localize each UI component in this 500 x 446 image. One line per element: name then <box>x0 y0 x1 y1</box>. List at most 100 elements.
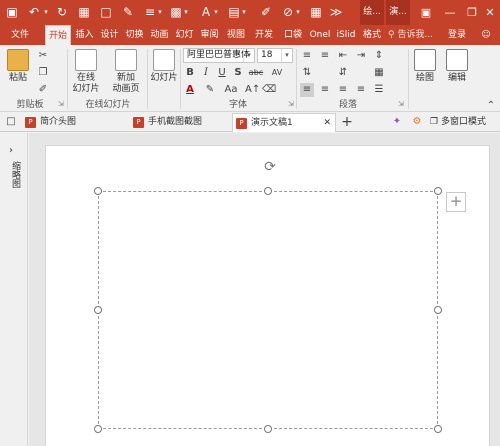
text-shadow-button[interactable]: S <box>231 66 245 80</box>
thumbnail-label[interactable]: 缩略图 <box>8 161 20 188</box>
font-color-button[interactable]: A <box>183 83 197 97</box>
doc-tab-screenshots[interactable]: P 手机截图截图 <box>130 113 230 132</box>
tab-review[interactable]: 审阅 <box>198 25 221 45</box>
font-launcher-icon[interactable]: ⇲ <box>288 100 296 108</box>
plugin-icon[interactable]: ✦ <box>390 115 404 129</box>
undo-icon[interactable]: ↶ <box>26 4 42 20</box>
smartart-icon[interactable]: ▦ <box>372 66 386 80</box>
new-slide-icon[interactable]: □ <box>98 4 114 20</box>
format-painter-icon[interactable]: ✐ <box>36 83 50 97</box>
strikethrough-button[interactable]: abc <box>247 66 265 80</box>
slides-button[interactable]: 幻灯片 <box>149 49 179 84</box>
share-icon[interactable]: ☺ <box>476 25 496 45</box>
close-icon[interactable]: ✕ <box>480 0 500 25</box>
multi-window-mode-button[interactable]: ❐ 多窗口模式 <box>430 115 486 129</box>
cut-icon[interactable]: ✂ <box>36 49 50 63</box>
align-left-icon[interactable]: ≡ <box>300 83 314 97</box>
clear-format-icon[interactable]: ⌫ <box>262 83 276 97</box>
tab-slideshow[interactable]: 幻灯 <box>173 25 196 45</box>
align-center-icon[interactable]: ≡ <box>318 83 332 97</box>
tab-developer[interactable]: 开发 <box>251 25 277 45</box>
bold-button[interactable]: B <box>183 66 197 80</box>
tab-pocket[interactable]: 口袋 <box>280 25 306 45</box>
shapes-icon[interactable]: ▦ <box>308 4 324 20</box>
line-spacing-icon[interactable]: ⇕ <box>372 49 386 63</box>
numbering-icon[interactable]: ≡ <box>318 49 332 63</box>
format-dropdown-icon[interactable]: ▾ <box>156 4 164 20</box>
save-icon[interactable]: ▣ <box>4 4 20 20</box>
drawing-button[interactable]: 绘图 <box>410 49 440 84</box>
justify-icon[interactable]: ≡ <box>354 83 368 97</box>
doc-tab-intro[interactable]: P 简介头图 <box>22 113 122 132</box>
highlight-icon[interactable]: ✎ <box>203 83 217 97</box>
align-right-icon[interactable]: ≡ <box>336 83 350 97</box>
fill-dropdown-icon[interactable]: ▾ <box>182 4 190 20</box>
tab-design[interactable]: 设计 <box>98 25 121 45</box>
clipboard-launcher-icon[interactable]: ⇲ <box>58 100 66 108</box>
redo-icon[interactable]: ↻ <box>54 4 70 20</box>
minimize-icon[interactable]: — <box>438 0 462 25</box>
tab-view[interactable]: 视图 <box>223 25 249 45</box>
paste-button[interactable]: 粘贴 <box>4 49 32 84</box>
grow-font-icon[interactable]: A↑ <box>245 83 260 97</box>
tell-me-box[interactable]: ⚲ 告诉我... <box>388 25 433 45</box>
document-list-icon[interactable]: □ <box>4 115 18 129</box>
bullets-icon[interactable]: ≡ <box>300 49 314 63</box>
font-name-value: 阿里巴巴普惠体 <box>187 50 251 60</box>
change-case-button[interactable]: Aa <box>222 83 240 97</box>
align-dropdown-icon[interactable]: ▾ <box>240 4 248 20</box>
undo-dropdown-icon[interactable]: ▾ <box>42 4 50 20</box>
context-tab-drawing[interactable]: 绘... <box>360 0 384 25</box>
resize-handle-left[interactable] <box>94 306 102 314</box>
columns-icon[interactable]: ☰ <box>372 83 386 97</box>
new-animation-page-button[interactable]: 新加 动画页 <box>108 49 144 95</box>
text-placeholder[interactable] <box>98 191 438 429</box>
no-fill-dropdown-icon[interactable]: ▾ <box>294 4 302 20</box>
add-icon[interactable]: + <box>446 192 466 212</box>
close-tab-icon[interactable]: ✕ <box>323 114 331 133</box>
slide[interactable]: ⟳ + <box>45 145 490 446</box>
text-direction-icon[interactable]: ⇅ <box>300 66 314 80</box>
collapse-ribbon-icon[interactable]: ⌃ <box>484 99 498 113</box>
ribbon-display-icon[interactable]: ▣ <box>414 0 438 25</box>
resize-handle-top-left[interactable] <box>94 187 102 195</box>
online-slides-button[interactable]: 在线 幻灯片 <box>68 49 104 95</box>
pen-icon[interactable]: ✎ <box>120 4 136 20</box>
resize-handle-bottom[interactable] <box>264 425 272 433</box>
increase-indent-icon[interactable]: ⇥ <box>354 49 368 63</box>
doc-tab-presentation1[interactable]: P 演示文稿1 ✕ <box>232 113 336 132</box>
rotate-handle-icon[interactable]: ⟳ <box>261 158 279 176</box>
font-size-select[interactable]: 18 ▾ <box>257 48 293 63</box>
tab-home[interactable]: 开始 <box>45 25 71 45</box>
new-tab-icon[interactable]: + <box>340 115 354 129</box>
format-painter-icon[interactable]: ✐ <box>258 4 274 20</box>
align-text-icon[interactable]: ⇵ <box>336 66 350 80</box>
tab-transitions[interactable]: 切换 <box>123 25 146 45</box>
resize-handle-top-right[interactable] <box>434 187 442 195</box>
resize-handle-bottom-left[interactable] <box>94 425 102 433</box>
tab-file[interactable]: 文件 <box>6 25 34 45</box>
font-name-select[interactable]: 阿里巴巴普惠体 ▾ <box>183 48 255 63</box>
resize-handle-bottom-right[interactable] <box>434 425 442 433</box>
slideshow-start-icon[interactable]: ▦ <box>76 4 92 20</box>
customize-qat-icon[interactable]: ≫ <box>328 4 344 20</box>
decrease-indent-icon[interactable]: ⇤ <box>336 49 350 63</box>
expand-pane-icon[interactable]: › <box>9 145 13 156</box>
tab-insert[interactable]: 插入 <box>73 25 96 45</box>
char-spacing-button[interactable]: AV <box>268 66 286 80</box>
tab-onekey[interactable]: Onel <box>308 25 332 45</box>
font-color-dropdown-icon[interactable]: ▾ <box>212 4 220 20</box>
tab-format[interactable]: 格式 <box>360 25 384 45</box>
underline-button[interactable]: U <box>215 66 229 80</box>
copy-icon[interactable]: ❐ <box>36 66 50 80</box>
context-tab-slideshow[interactable]: 演... <box>386 0 410 25</box>
italic-button[interactable]: I <box>199 66 213 80</box>
resize-handle-top[interactable] <box>264 187 272 195</box>
tab-islide[interactable]: iSlid <box>334 25 358 45</box>
login-link[interactable]: 登录 <box>445 25 469 45</box>
paragraph-launcher-icon[interactable]: ⇲ <box>398 100 406 108</box>
settings-gear-icon[interactable]: ⚙ <box>410 115 424 129</box>
editing-button[interactable]: 编辑 <box>442 49 472 84</box>
tab-animations[interactable]: 动画 <box>148 25 171 45</box>
resize-handle-right[interactable] <box>434 306 442 314</box>
